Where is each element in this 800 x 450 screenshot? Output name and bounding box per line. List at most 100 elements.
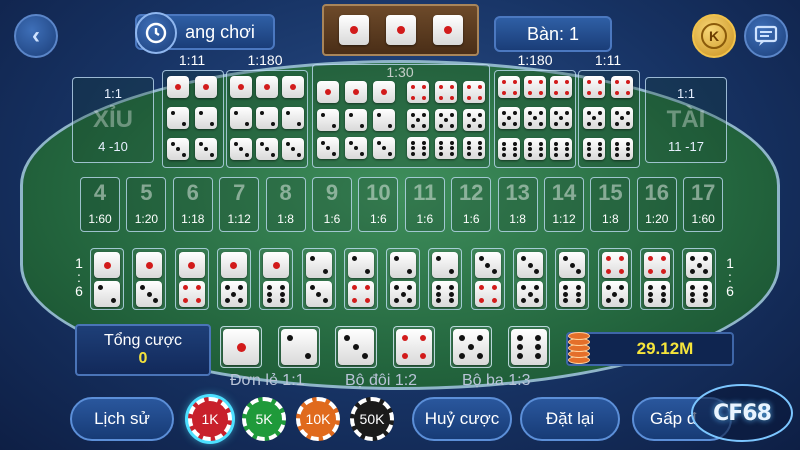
domino-bet-1-3[interactable]: [132, 248, 167, 310]
any-triple-die-4-2: [435, 81, 457, 103]
triple-left-die-2-1: [230, 107, 252, 129]
domino-die-top: [517, 252, 543, 278]
single-die-face-3: [338, 329, 375, 365]
cancel-bet-button[interactable]: Huỷ cược: [412, 397, 512, 441]
single-bet-5[interactable]: [450, 326, 493, 368]
domino-bet-2-4[interactable]: [343, 248, 378, 310]
domino-die-bottom: [347, 281, 374, 307]
single-die-face-6: [511, 329, 547, 365]
history-button[interactable]: ang chơi: [135, 12, 275, 54]
coin-button[interactable]: K: [692, 14, 736, 58]
domino-die-bottom: [390, 281, 417, 307]
pairs-right-area: [578, 70, 640, 168]
chip-5k[interactable]: 5K: [242, 397, 286, 441]
any-triple-area: [312, 64, 490, 168]
any-triple-die-6-3: [463, 137, 485, 159]
total-bet-value: 0: [138, 350, 148, 367]
triple-right-die-5-3: [550, 107, 572, 129]
pair-left-die-3-1: [167, 138, 189, 160]
single-bet-1[interactable]: [220, 326, 262, 368]
domino-die-bottom: [432, 281, 459, 307]
domino-odds-right-3: 6: [726, 283, 734, 299]
domino-odds-right: 1 : 6: [723, 256, 737, 298]
single-bet-2[interactable]: [277, 326, 320, 368]
result-dice-tray: [322, 4, 479, 56]
domino-bet-1-4[interactable]: [174, 248, 209, 310]
pair-left-die-1-1: [167, 76, 189, 98]
total-number: 15: [598, 180, 623, 205]
domino-bet-2-5[interactable]: [386, 248, 421, 310]
payout-triple: Bộ ba 1:3: [462, 372, 531, 389]
any-triple-die-1-2: [345, 81, 367, 103]
single-die-face-2: [280, 329, 317, 365]
total-bet-label: Tổng cược: [103, 332, 183, 349]
domino-bet-1-6[interactable]: [259, 248, 294, 310]
big-name: TÀI: [666, 106, 706, 133]
any-triple-die-5-1: [407, 109, 429, 131]
total-odds: 1:18: [181, 212, 205, 226]
total-bet-12[interactable]: 12 1:6: [451, 177, 492, 232]
single-bet-3[interactable]: [335, 326, 378, 368]
domino-die-bottom: [601, 281, 628, 307]
any-triple-die-2-1: [317, 109, 339, 131]
total-bet-10[interactable]: 10 1:6: [358, 177, 399, 232]
triple-left-die-1-2: [256, 76, 278, 98]
domino-bet-3-5[interactable]: [513, 248, 547, 310]
domino-bet-4-5[interactable]: [597, 248, 632, 310]
domino-die-bottom: [94, 281, 120, 307]
back-button[interactable]: ‹: [14, 14, 58, 58]
domino-die-bottom: [305, 281, 332, 307]
triple-odds-right: 1:180: [517, 52, 553, 68]
domino-bet-1-5[interactable]: [216, 248, 251, 310]
total-bet-4[interactable]: 4 1:60: [80, 177, 120, 232]
single-bet-6[interactable]: [508, 326, 550, 368]
triples-right-area: [494, 70, 576, 168]
total-bet-16[interactable]: 16 1:20: [636, 177, 677, 232]
total-bet-13[interactable]: 13 1:8: [497, 177, 538, 232]
total-bet-11[interactable]: 11 1:6: [404, 177, 445, 232]
domino-bet-2-3[interactable]: [301, 248, 336, 310]
chat-button[interactable]: [744, 14, 788, 58]
any-triple-die-2-3: [373, 109, 395, 131]
pair-right-die-5-2: [611, 107, 633, 129]
domino-bet-5-6[interactable]: [682, 248, 717, 310]
total-number: 17: [690, 180, 716, 205]
domino-bet-2-6[interactable]: [428, 248, 463, 310]
domino-bet-3-6[interactable]: [555, 248, 590, 310]
chip-50k[interactable]: 50K: [350, 397, 394, 441]
domino-die-top: [178, 252, 205, 278]
reset-button[interactable]: Đặt lại: [520, 397, 620, 441]
total-bet-15[interactable]: 15 1:8: [590, 177, 631, 232]
single-bet-4[interactable]: [392, 326, 435, 368]
any-triple-die-3-3: [373, 137, 395, 159]
total-bet-5[interactable]: 5 1:20: [126, 177, 167, 232]
total-number: 5: [140, 180, 153, 205]
total-bet-6[interactable]: 6 1:18: [172, 177, 213, 232]
pairs-left-area: [162, 70, 224, 168]
total-odds: 1:60: [691, 212, 715, 226]
domino-bet-1-2[interactable]: [90, 248, 124, 310]
total-odds: 1:8: [602, 212, 619, 226]
domino-die-bottom: [263, 281, 290, 307]
triple-right-die-4-2: [524, 76, 546, 98]
domino-bet-3-4[interactable]: [470, 248, 505, 310]
total-bet-9[interactable]: 9 1:6: [312, 177, 352, 232]
big-bet-area[interactable]: 1:1 TÀI 11 -17: [645, 77, 727, 163]
history-log-button[interactable]: Lịch sử: [70, 397, 174, 441]
pair-right-die-4-2: [611, 76, 633, 98]
small-bet-area[interactable]: 1:1 XỈU 4 -10: [72, 77, 154, 163]
total-bet-17[interactable]: 17 1:60: [683, 177, 724, 232]
chip-1k[interactable]: 1K: [188, 397, 232, 441]
triple-right-die-5-1: [498, 107, 520, 129]
total-odds: 1:8: [277, 212, 294, 226]
domino-odds-left-3: 6: [75, 283, 83, 299]
domino-die-top: [347, 252, 374, 278]
total-bet-8[interactable]: 8 1:8: [265, 177, 306, 232]
triple-left-die-3-3: [282, 138, 304, 160]
domino-bet-4-6[interactable]: [639, 248, 674, 310]
total-bet-7[interactable]: 7 1:12: [219, 177, 260, 232]
chip-10k[interactable]: 10K: [296, 397, 340, 441]
pair-right-die-6-1: [583, 138, 605, 160]
any-triple-die-3-1: [317, 137, 339, 159]
total-bet-14[interactable]: 14 1:12: [544, 177, 584, 232]
